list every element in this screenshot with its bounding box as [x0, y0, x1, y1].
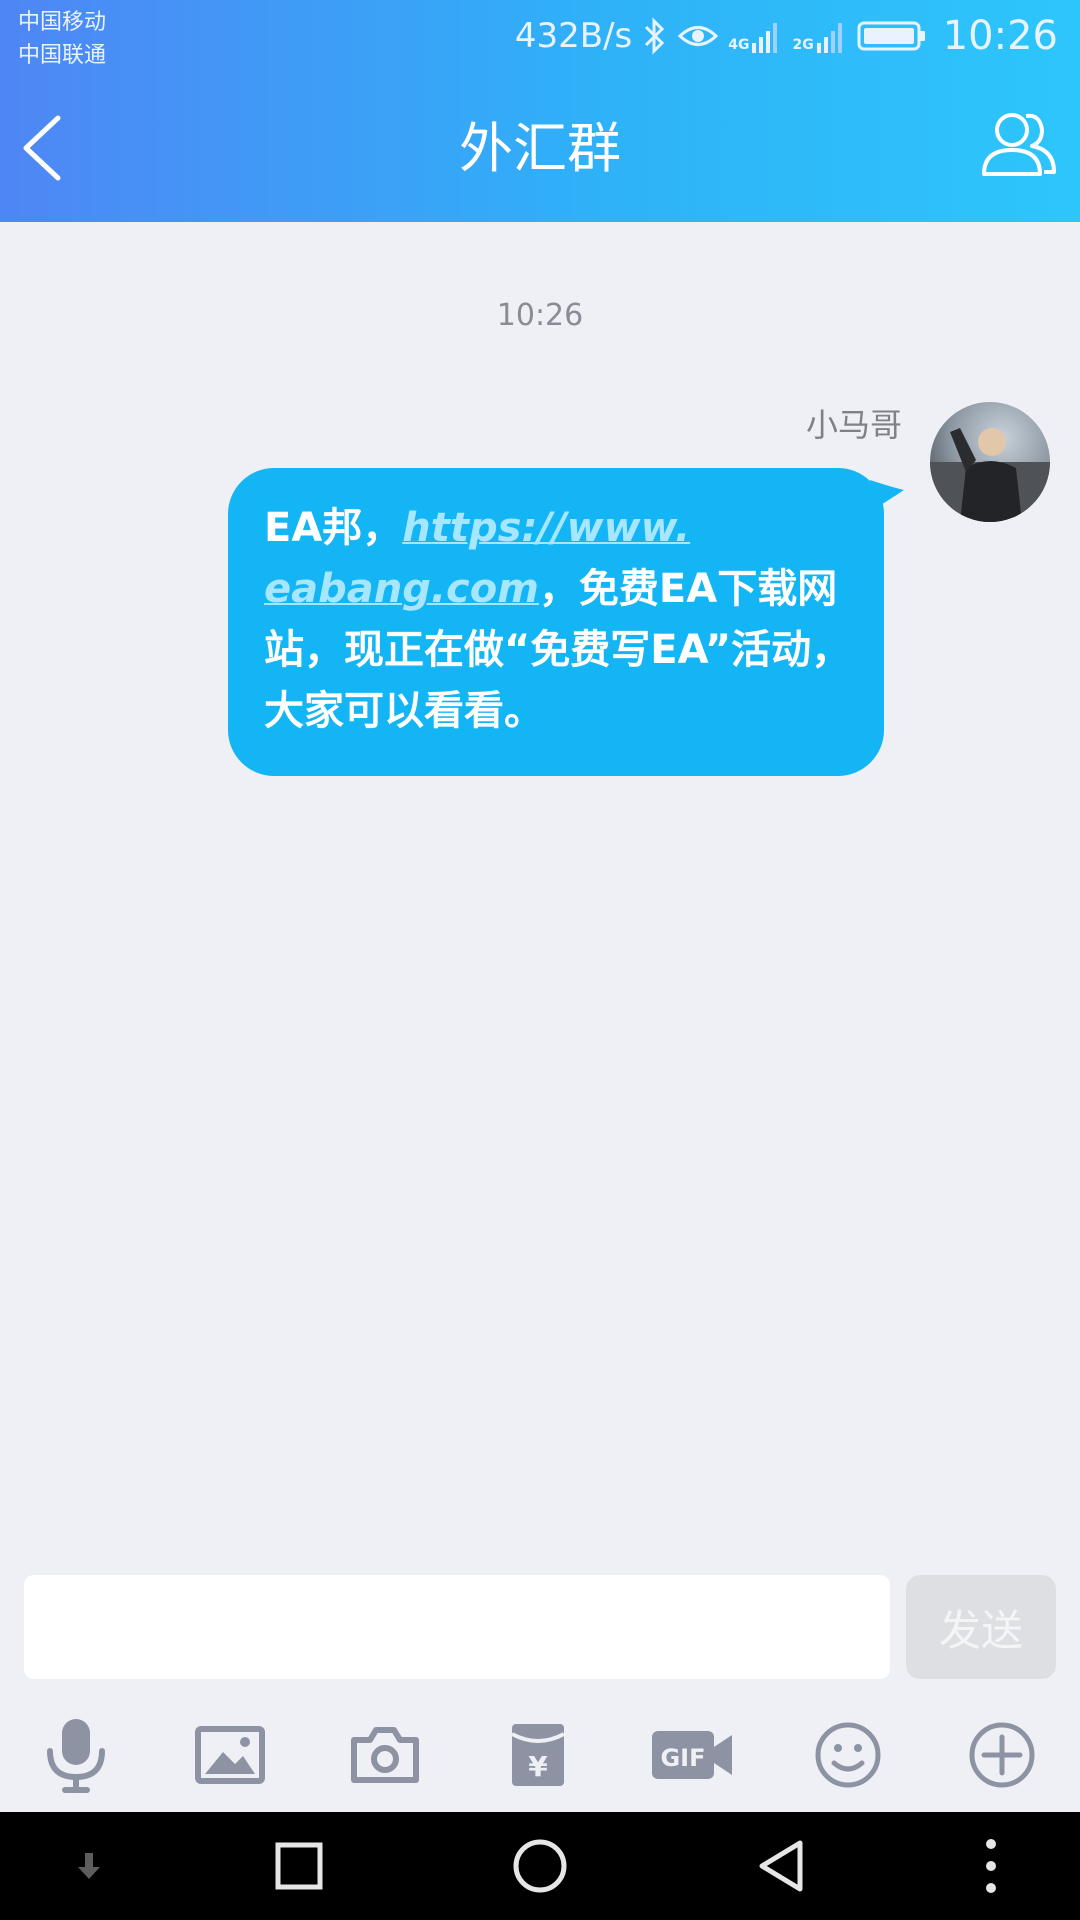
sender-name: 小马哥	[805, 406, 902, 444]
eye-icon	[678, 26, 719, 46]
more-dots-icon	[986, 1839, 996, 1893]
signal-icon-2	[816, 23, 842, 53]
image-button[interactable]	[190, 1710, 270, 1800]
red-packet-button[interactable]: ¥	[498, 1710, 578, 1800]
sim2-signal: 2G	[792, 19, 846, 53]
camera-icon	[351, 1727, 419, 1783]
nav-recents-button[interactable]	[264, 1834, 334, 1898]
battery-icon	[857, 21, 925, 51]
chat-timestamp: 10:26	[496, 298, 584, 333]
message-input[interactable]	[24, 1575, 890, 1679]
nav-home-button[interactable]	[505, 1834, 575, 1898]
red-packet-icon: ¥	[511, 1724, 565, 1786]
avatar[interactable]	[930, 402, 1050, 522]
emoji-icon	[815, 1722, 881, 1788]
more-button[interactable]	[962, 1710, 1042, 1800]
nav-download-button[interactable]	[54, 1834, 124, 1898]
header-bar: 中国移动 中国联通 432B/s 4G 2G 10:26 外汇群	[0, 0, 1080, 222]
signal-icon	[752, 23, 778, 53]
recents-square-icon	[275, 1842, 323, 1890]
image-icon	[195, 1726, 265, 1784]
nav-back-button[interactable]	[746, 1834, 816, 1898]
svg-text:¥: ¥	[528, 1750, 548, 1783]
message-link-part1: https://www.	[402, 505, 691, 551]
carrier-2: 中国联通	[18, 43, 107, 68]
back-triangle-icon	[759, 1840, 803, 1892]
bubble-tail	[870, 480, 904, 508]
sim2-network-label: 2G	[792, 37, 814, 53]
nav-more-button[interactable]	[956, 1834, 1026, 1898]
camera-button[interactable]	[345, 1710, 425, 1800]
svg-text:GIF: GIF	[660, 1744, 705, 1772]
plus-icon	[969, 1722, 1035, 1788]
voice-button[interactable]	[36, 1710, 116, 1800]
emoji-button[interactable]	[808, 1710, 888, 1800]
status-time: 10:26	[942, 13, 1058, 59]
avatar-photo	[930, 428, 1050, 522]
system-nav-bar	[0, 1812, 1080, 1920]
input-toolbar: ¥ GIF	[0, 1710, 1080, 1812]
net-speed: 432B/s	[514, 16, 633, 56]
home-circle-icon	[513, 1839, 567, 1893]
bluetooth-icon	[645, 17, 665, 55]
gif-icon: GIF	[652, 1731, 732, 1779]
download-arrow-icon	[78, 1853, 100, 1879]
message-text-1: EA邦，	[264, 505, 403, 551]
microphone-icon	[47, 1719, 105, 1793]
status-bar-right: 432B/s 4G 2G 10:26	[515, 8, 1058, 64]
carrier-info: 中国移动 中国联通	[18, 6, 106, 72]
gif-button[interactable]: GIF	[650, 1710, 734, 1800]
send-button[interactable]: 发送	[906, 1575, 1056, 1679]
message-bubble[interactable]: EA邦，https://www.eabang.com，免费EA下载网站，现正在做…	[228, 468, 884, 776]
sim1-signal: 4G	[728, 19, 782, 53]
group-members-button[interactable]	[980, 108, 1058, 182]
page-title: 外汇群	[459, 117, 621, 180]
sim1-network-label: 4G	[728, 37, 750, 53]
carrier-1: 中国移动	[18, 10, 107, 35]
message-link-part2: eabang.com	[264, 566, 539, 612]
group-members-icon	[982, 113, 1056, 176]
